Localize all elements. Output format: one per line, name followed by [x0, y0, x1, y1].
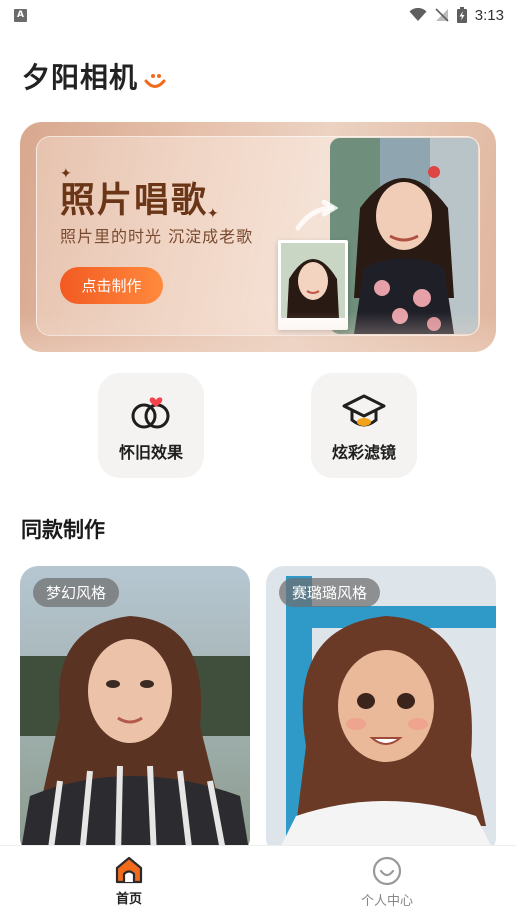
style-card-dreamy[interactable]: 梦幻风格 [20, 566, 250, 856]
style-card-celluloid[interactable]: 赛璐璐风格 [266, 566, 496, 856]
tab-label: 个人中心 [360, 894, 413, 909]
app-header: 夕阳相机 [22, 56, 166, 96]
wifi-icon [409, 8, 427, 21]
status-time: 3:13 [474, 6, 504, 24]
card-image [20, 566, 250, 856]
tab-home[interactable]: 首页 [0, 846, 258, 917]
photo-sing-banner[interactable]: ✦ ✦ 照片唱歌 照片里的时光 沉淀成老歌 点击制作 [20, 122, 496, 352]
feature-label: 炫彩滤镜 [331, 443, 396, 462]
linked-circles-heart-icon [131, 397, 170, 429]
status-bar: A 3:13 [0, 0, 516, 30]
feature-label: 怀旧效果 [118, 443, 183, 462]
battery-charging-icon [456, 7, 467, 23]
banner-subtitle: 照片里的时光 沉淀成老歌 [60, 227, 254, 246]
home-icon [115, 856, 143, 884]
tab-profile[interactable]: 个人中心 [258, 846, 516, 917]
smile-logo-icon [144, 74, 166, 88]
bottom-tab-bar: 首页 个人中心 [0, 845, 516, 917]
notification-badge: A [14, 8, 27, 22]
banner-title: 照片唱歌 [60, 180, 209, 221]
app-title: 夕阳相机 [22, 61, 139, 94]
banner-photo-qipao [330, 138, 478, 334]
arrow-icon [295, 200, 338, 231]
sparkle-icon: ✦ [207, 206, 219, 222]
profile-smile-icon [372, 856, 402, 886]
banner-fade [20, 312, 496, 352]
graduation-cap-icon [342, 394, 386, 427]
feature-color-filter[interactable]: 炫彩滤镜 [311, 373, 417, 478]
make-now-button[interactable]: 点击制作 [60, 267, 163, 304]
feature-nostalgia[interactable]: 怀旧效果 [98, 373, 204, 478]
card-image [266, 566, 496, 856]
section-title: 同款制作 [21, 518, 105, 542]
tab-label: 首页 [115, 892, 142, 907]
style-tag: 赛璐璐风格 [279, 578, 381, 607]
style-tag: 梦幻风格 [33, 578, 120, 607]
signal-off-icon [435, 8, 449, 22]
